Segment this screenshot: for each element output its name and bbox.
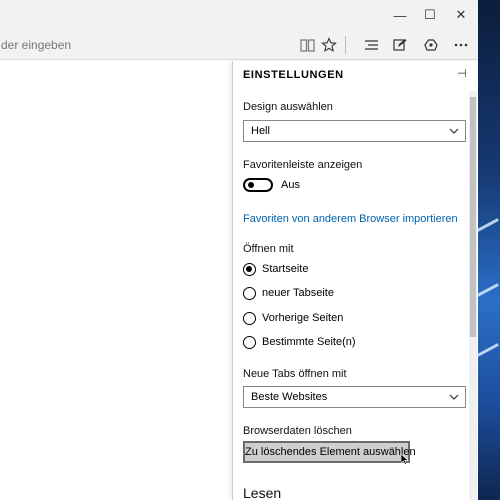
radio-label-vorherige-seiten: Vorherige Seiten — [262, 312, 344, 324]
browser-toolbar: der eingeben — [0, 30, 478, 60]
choose-what-to-clear-button[interactable]: Zu löschendes Element auswählen — [243, 441, 416, 463]
clear-data-label: Browserdaten löschen — [243, 425, 352, 437]
more-icon — [454, 43, 468, 47]
favorites-bar-label: Favoritenleiste anzeigen — [243, 159, 363, 171]
desktop-wallpaper — [471, 0, 500, 500]
title-bar: — ☐ ✕ — [0, 0, 478, 30]
minimize-button[interactable]: — — [383, 0, 417, 30]
share-button[interactable] — [420, 35, 442, 55]
open-with-label: Öffnen mit — [243, 243, 294, 255]
minimize-icon: — — [393, 7, 407, 23]
radio-bestimmte-seiten[interactable] — [243, 336, 256, 349]
hub-icon — [364, 40, 378, 50]
address-placeholder: der eingeben — [1, 38, 72, 52]
chevron-down-icon — [449, 387, 459, 415]
close-button[interactable]: ✕ — [444, 0, 478, 30]
settings-title: EINSTELLUNGEN — [243, 69, 344, 81]
favorites-bar-toggle[interactable] — [243, 178, 273, 192]
import-favorites-link[interactable]: Favoriten von anderem Browser importiere… — [243, 213, 458, 225]
mouse-cursor-icon — [400, 453, 409, 468]
pin-button[interactable]: ⊣ — [457, 67, 467, 80]
chevron-down-icon — [449, 121, 459, 149]
radio-startseite[interactable] — [243, 263, 256, 276]
toolbar-separator — [345, 36, 346, 54]
web-note-icon — [393, 39, 407, 51]
favorite-button[interactable] — [318, 35, 340, 55]
radio-vorherige-seiten[interactable] — [243, 312, 256, 325]
new-tabs-select[interactable]: Beste Websites — [243, 386, 466, 408]
reading-view-button[interactable] — [296, 35, 318, 55]
design-select[interactable]: Hell — [243, 120, 466, 142]
settings-panel: EINSTELLUNGEN ⊣ Design auswählen Hell Fa… — [232, 61, 478, 500]
page-content — [0, 61, 232, 500]
maximize-button[interactable]: ☐ — [413, 0, 447, 30]
reading-section-heading: Lesen — [243, 485, 282, 500]
radio-label-startseite: Startseite — [262, 263, 309, 275]
share-icon — [424, 39, 438, 51]
pin-icon: ⊣ — [457, 68, 467, 80]
radio-label-bestimmte-seiten: Bestimmte Seite(n) — [262, 336, 356, 348]
scrollbar-thumb[interactable] — [470, 97, 476, 337]
address-bar[interactable]: der eingeben — [0, 33, 290, 57]
toggle-knob — [248, 182, 254, 188]
web-note-button[interactable] — [389, 35, 411, 55]
settings-scrollbar[interactable] — [469, 91, 477, 500]
favorites-bar-state: Aus — [281, 179, 300, 191]
browser-window: — ☐ ✕ der eingeben EINSTELLUNGEN ⊣ Desig… — [0, 0, 478, 500]
radio-neuer-tabseite[interactable] — [243, 287, 256, 300]
maximize-icon: ☐ — [424, 7, 436, 22]
reading-view-icon — [299, 38, 315, 52]
new-tabs-label: Neue Tabs öffnen mit — [243, 368, 347, 380]
more-button[interactable] — [450, 35, 472, 55]
favorite-star-icon — [321, 37, 337, 52]
design-label: Design auswählen — [243, 101, 333, 113]
design-select-value: Hell — [251, 125, 270, 137]
hub-button[interactable] — [360, 35, 382, 55]
close-icon: ✕ — [455, 7, 467, 22]
new-tabs-select-value: Beste Websites — [251, 391, 328, 403]
radio-label-neuer-tabseite: neuer Tabseite — [262, 287, 334, 299]
